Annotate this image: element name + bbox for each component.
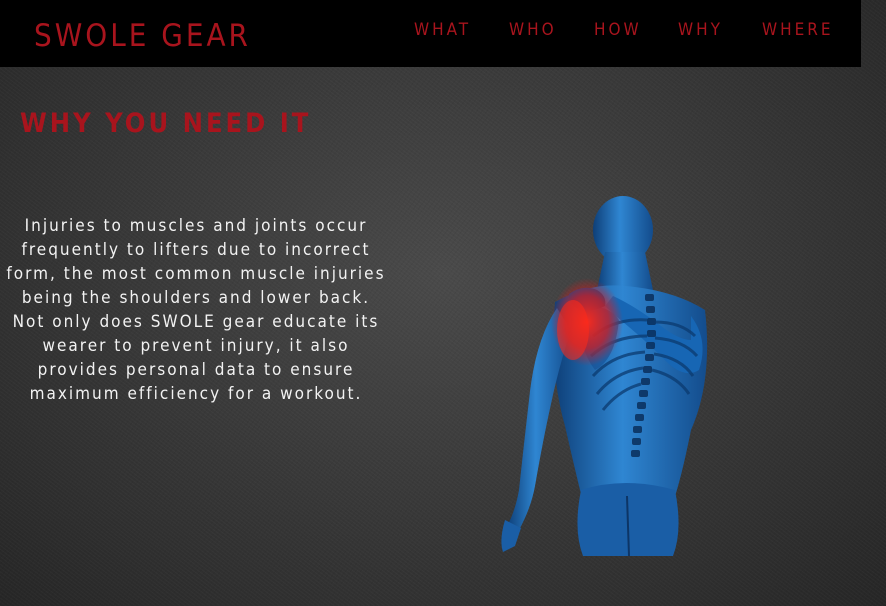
section-title: WHY YOU NEED IT	[20, 108, 312, 139]
nav-link-how[interactable]: HOW	[594, 20, 642, 40]
section-body-text: Injuries to muscles and joints occur fre…	[6, 216, 386, 404]
shoulder-injury-anatomy-figure	[501, 196, 708, 557]
nav-link-what[interactable]: WHAT	[414, 20, 471, 40]
top-navigation-bar: SWOLE GEAR WHAT WHO HOW WHY WHERE	[0, 0, 861, 67]
nav-link-where[interactable]: WHERE	[762, 20, 834, 40]
nav-link-why[interactable]: WHY	[678, 20, 723, 40]
main-nav: WHAT WHO HOW WHY WHERE	[0, 20, 861, 44]
nav-link-who[interactable]: WHO	[509, 20, 557, 40]
